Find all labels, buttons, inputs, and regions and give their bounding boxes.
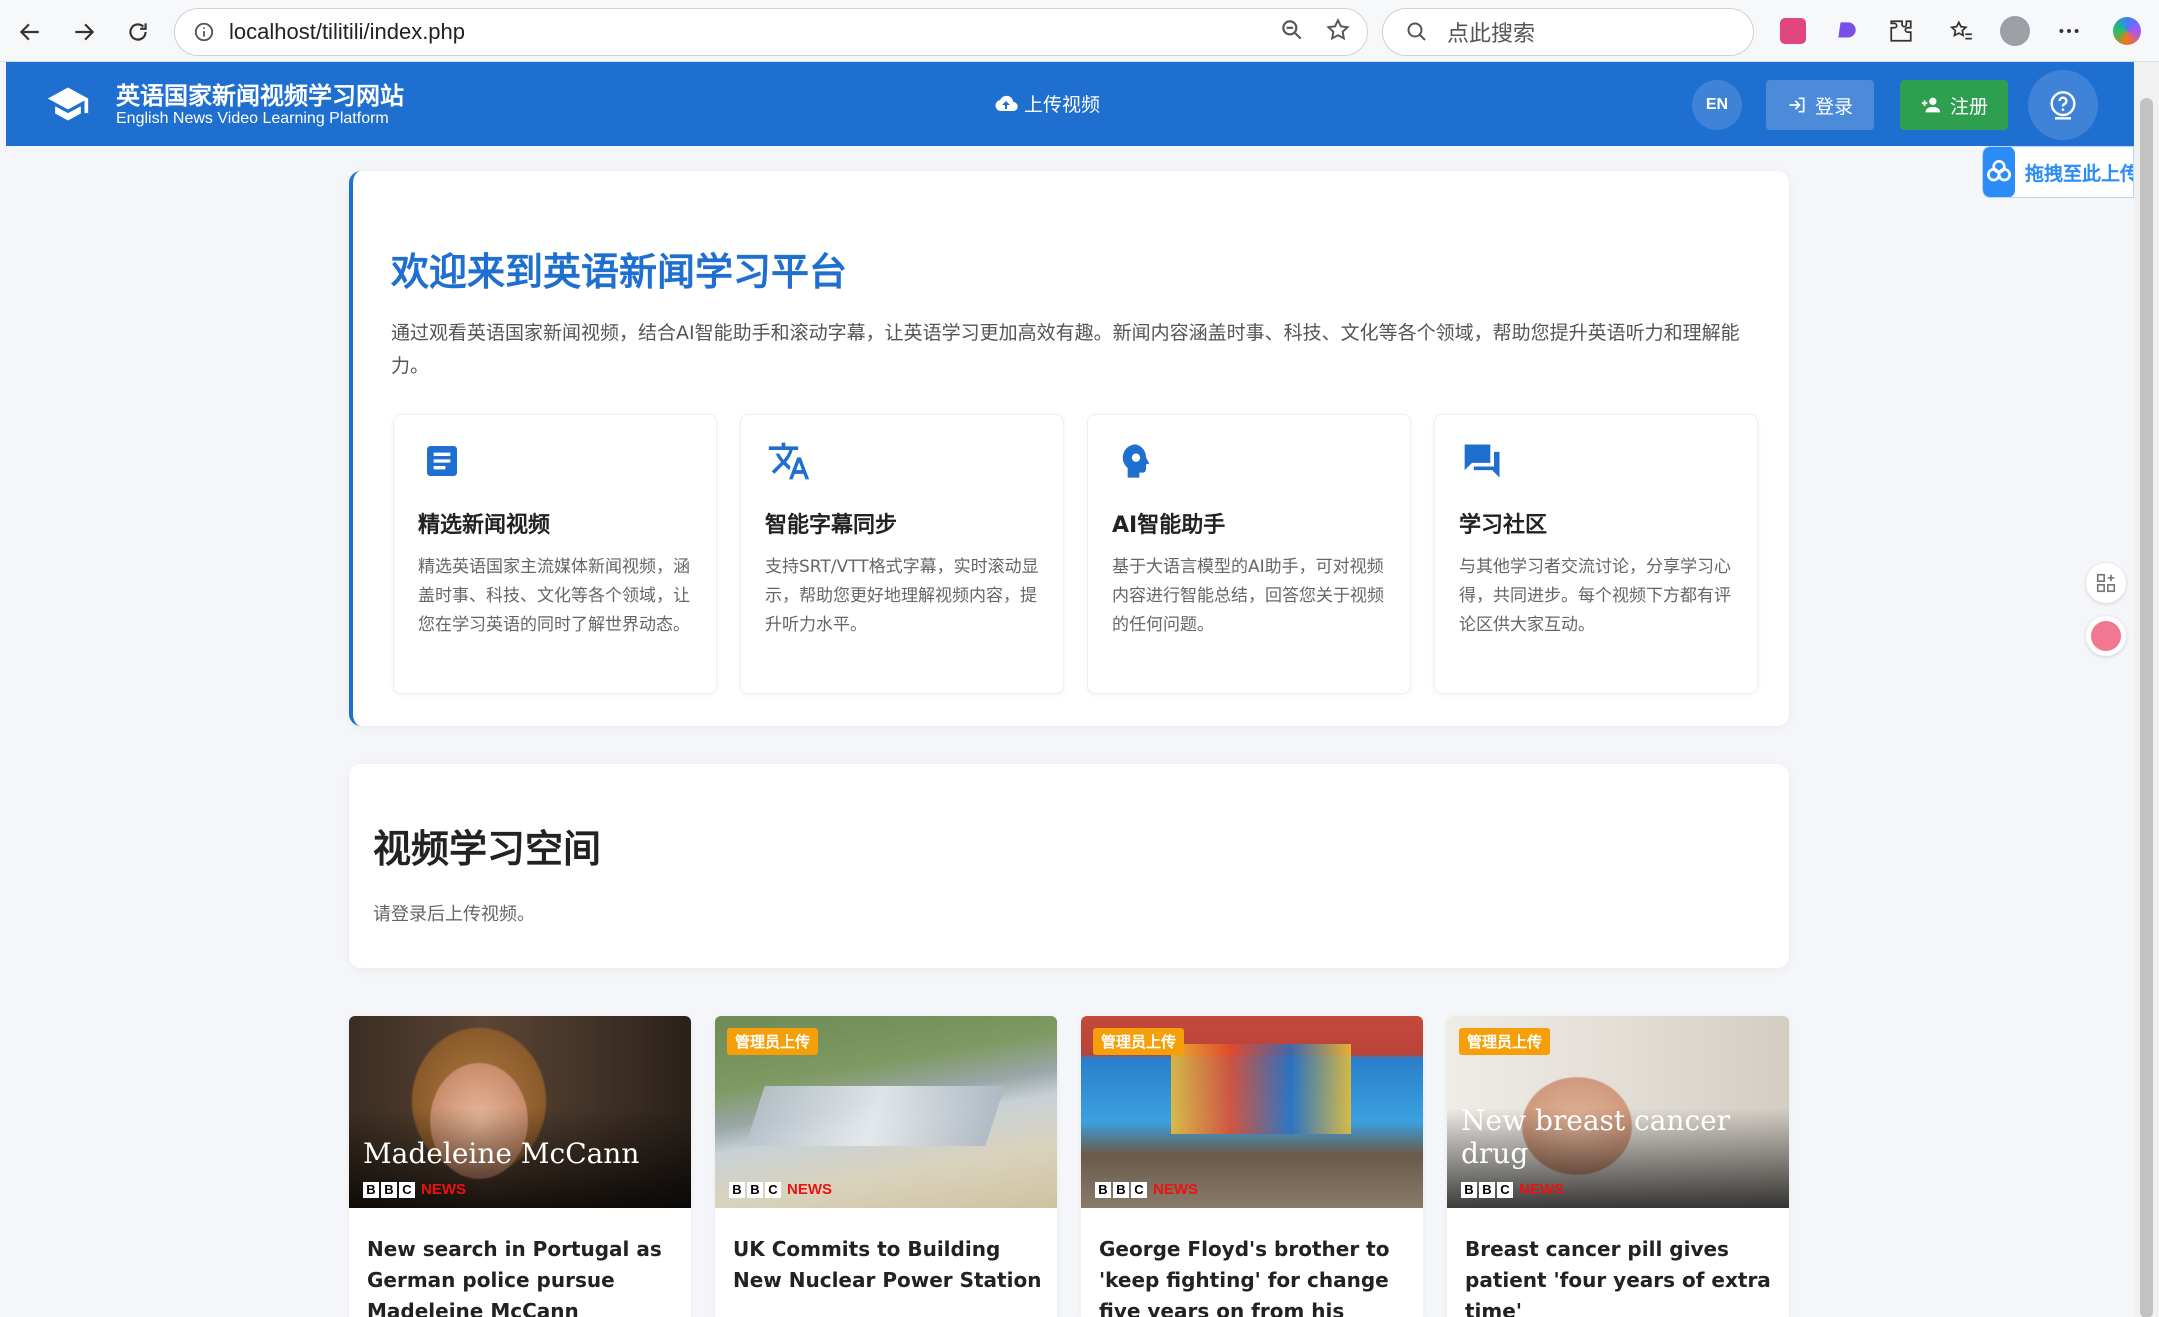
more-menu-icon[interactable] [2052,14,2086,48]
upload-label: 上传视频 [1024,94,1101,116]
help-button[interactable] [2028,70,2098,140]
video-thumbnail[interactable]: Madeleine McCann BBC NEWS [349,1016,691,1208]
feature-title: 智能字幕同步 [765,513,898,538]
feature-card-news: 精选新闻视频 精选英语国家主流媒体新闻视频，涵盖时事、科技、文化等各个领域，让您… [393,414,717,694]
video-space-card: 视频学习空间 请登录后上传视频。 [349,764,1789,968]
profile-avatar-icon[interactable] [1998,14,2032,48]
translate-extension-icon[interactable] [1776,14,1810,48]
bbc-news-logo: BBC NEWS [729,1181,832,1198]
help-icon [2050,91,2076,120]
favorite-star-icon[interactable] [1325,17,1351,43]
translate-assistant-icon[interactable] [2086,616,2126,656]
video-card[interactable]: 管理员上传 BBC NEWS George Floyd's brother to… [1081,1016,1423,1317]
bbc-news-logo: BBC NEWS [1461,1181,1564,1198]
video-title[interactable]: New search in Portugal as German police … [367,1234,677,1317]
feature-description: 精选英语国家主流媒体新闻视频，涵盖时事、科技、文化等各个领域，让您在学习英语的同… [418,557,690,635]
cloud-upload-icon [995,95,1018,111]
feature-title: 学习社区 [1459,513,1548,538]
d-extension-icon[interactable] [1830,14,1864,48]
bbc-news-logo: BBC NEWS [1095,1181,1198,1198]
language-toggle-button[interactable]: EN [1692,80,1742,130]
video-thumbnail[interactable]: 管理员上传 BBC NEWS [1081,1016,1423,1208]
reload-icon [129,23,147,41]
video-card[interactable]: Madeleine McCann BBC NEWS New search in … [349,1016,691,1317]
feature-title: AI智能助手 [1112,513,1226,538]
info-icon[interactable] [193,21,215,43]
graduation-cap-icon[interactable] [46,82,90,130]
ai-assistant-icon [1114,439,1158,483]
feature-description: 基于大语言模型的AI助手，可对视频内容进行智能总结，回答您关于视频的任何问题。 [1112,557,1384,635]
admin-upload-badge: 管理员上传 [727,1028,819,1055]
drag-upload-widget[interactable]: 拖拽至此上传 [1982,146,2134,198]
forward-arrow-icon [75,23,95,41]
forum-icon [1461,439,1505,483]
forward-button[interactable] [64,12,104,52]
page-scrollbar[interactable] [2134,62,2159,1317]
video-title[interactable]: Breast cancer pill gives patient 'four y… [1465,1234,1775,1317]
search-icon [1407,22,1426,41]
back-arrow-icon [19,23,39,41]
feature-card-ai: AI智能助手 基于大语言模型的AI助手，可对视频内容进行智能总结，回答您关于视频… [1087,414,1411,694]
video-title[interactable]: George Floyd's brother to 'keep fighting… [1099,1234,1409,1317]
welcome-description: 通过观看英语国家新闻视频，结合AI智能助手和滚动字幕，让英语学习更加高效有趣。新… [391,322,1740,377]
browser-search-box[interactable]: 点此搜索 [1382,8,1754,56]
address-bar[interactable]: localhost/tilitili/index.php [174,8,1368,56]
admin-upload-badge: 管理员上传 [1459,1028,1551,1055]
feature-description: 与其他学习者交流讨论，分享学习心得，共同进步。每个视频下方都有评论区供大家互动。 [1459,557,1731,635]
login-button[interactable]: 登录 [1766,80,1874,130]
feature-card-community: 学习社区 与其他学习者交流讨论，分享学习心得，共同进步。每个视频下方都有评论区供… [1434,414,1758,694]
upload-video-link[interactable]: 上传视频 [994,90,1100,117]
url-text[interactable]: localhost/tilitili/index.php [229,19,465,45]
article-icon [420,439,464,483]
video-thumbnail[interactable]: 管理员上传 BBC NEWS [715,1016,1057,1208]
browser-toolbar: localhost/tilitili/index.php 点此搜索 [0,0,2159,62]
thumbnail-caption: New breast cancer drug [1461,1104,1731,1170]
qr-scan-icon[interactable] [2086,563,2126,603]
site-header: 英语国家新闻视频学习网站 English News Video Learning… [6,62,2134,146]
add-user-icon [1921,97,1941,113]
translate-icon [767,439,811,483]
cloud-link-icon [1983,147,2015,197]
feature-card-subtitles: 智能字幕同步 支持SRT/VTT格式字幕，实时滚动显示，帮助您更好地理解视频内容… [740,414,1064,694]
video-thumbnail[interactable]: 管理员上传 New breast cancer drug BBC NEWS [1447,1016,1789,1208]
site-title[interactable]: 英语国家新闻视频学习网站 [116,76,404,111]
copilot-icon[interactable] [2110,14,2144,48]
register-button[interactable]: 注册 [1900,80,2008,130]
feature-description: 支持SRT/VTT格式字幕，实时滚动显示，帮助您更好地理解视频内容，提升听力水平… [765,557,1039,635]
video-card[interactable]: 管理员上传 New breast cancer drug BBC NEWS Br… [1447,1016,1789,1317]
search-placeholder: 点此搜索 [1447,22,1536,47]
reload-button[interactable] [118,12,158,52]
welcome-card: 欢迎来到英语新闻学习平台 通过观看英语国家新闻视频，结合AI智能助手和滚动字幕，… [349,171,1789,726]
login-icon [1789,97,1805,113]
scrollbar-thumb[interactable] [2140,98,2153,1317]
register-label: 注册 [1949,95,1988,118]
bbc-news-logo: BBC NEWS [363,1181,466,1198]
video-space-title: 视频学习空间 [373,827,602,871]
welcome-title: 欢迎来到英语新闻学习平台 [391,250,848,294]
login-required-note: 请登录后上传视频。 [373,904,535,925]
drag-upload-label: 拖拽至此上传 [2025,162,2134,185]
login-label: 登录 [1814,95,1853,118]
thumbnail-caption: Madeleine McCann [363,1137,640,1170]
video-card[interactable]: 管理员上传 BBC NEWS UK Commits to Building Ne… [715,1016,1057,1317]
favorites-list-icon[interactable] [1944,14,1978,48]
video-title[interactable]: UK Commits to Building New Nuclear Power… [733,1234,1043,1296]
back-button[interactable] [10,12,50,52]
extensions-puzzle-icon[interactable] [1884,14,1918,48]
site-subtitle: English News Video Learning Platform [116,110,389,127]
zoom-out-icon[interactable] [1279,17,1305,43]
admin-upload-badge: 管理员上传 [1093,1028,1185,1055]
feature-title: 精选新闻视频 [418,513,551,538]
